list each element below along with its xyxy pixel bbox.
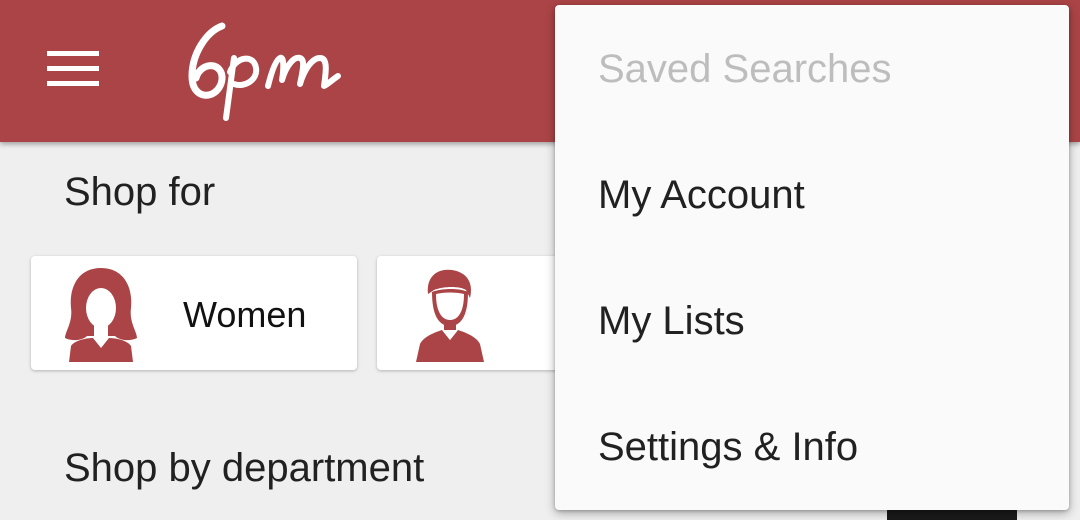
menu-item-my-lists[interactable]: My Lists (555, 257, 1069, 383)
woman-avatar-icon (65, 268, 137, 362)
menu-item-my-account[interactable]: My Account (555, 131, 1069, 257)
man-avatar-icon (416, 269, 484, 362)
hamburger-menu-icon (47, 51, 99, 86)
menu-item-label: My Account (598, 173, 805, 217)
menu-item-label: My Lists (598, 299, 745, 343)
hamburger-menu-button[interactable] (38, 40, 108, 98)
overflow-menu: Saved Searches My Account My Lists Setti… (555, 5, 1069, 510)
shop-women-card[interactable]: Women (31, 256, 357, 370)
menu-item-saved-searches: Saved Searches (555, 5, 1069, 131)
women-label: Women (183, 294, 307, 335)
menu-item-label: Settings & Info (598, 425, 859, 469)
6pm-logo[interactable]: 6pm (182, 14, 362, 124)
shop-men-card[interactable] (377, 256, 577, 370)
shop-for-title: Shop for (64, 170, 216, 214)
menu-item-settings-info[interactable]: Settings & Info (555, 383, 1069, 509)
svg-text:6pm: 6pm (182, 14, 184, 15)
menu-item-label: Saved Searches (598, 47, 892, 91)
shop-by-department-title: Shop by department (64, 446, 425, 490)
